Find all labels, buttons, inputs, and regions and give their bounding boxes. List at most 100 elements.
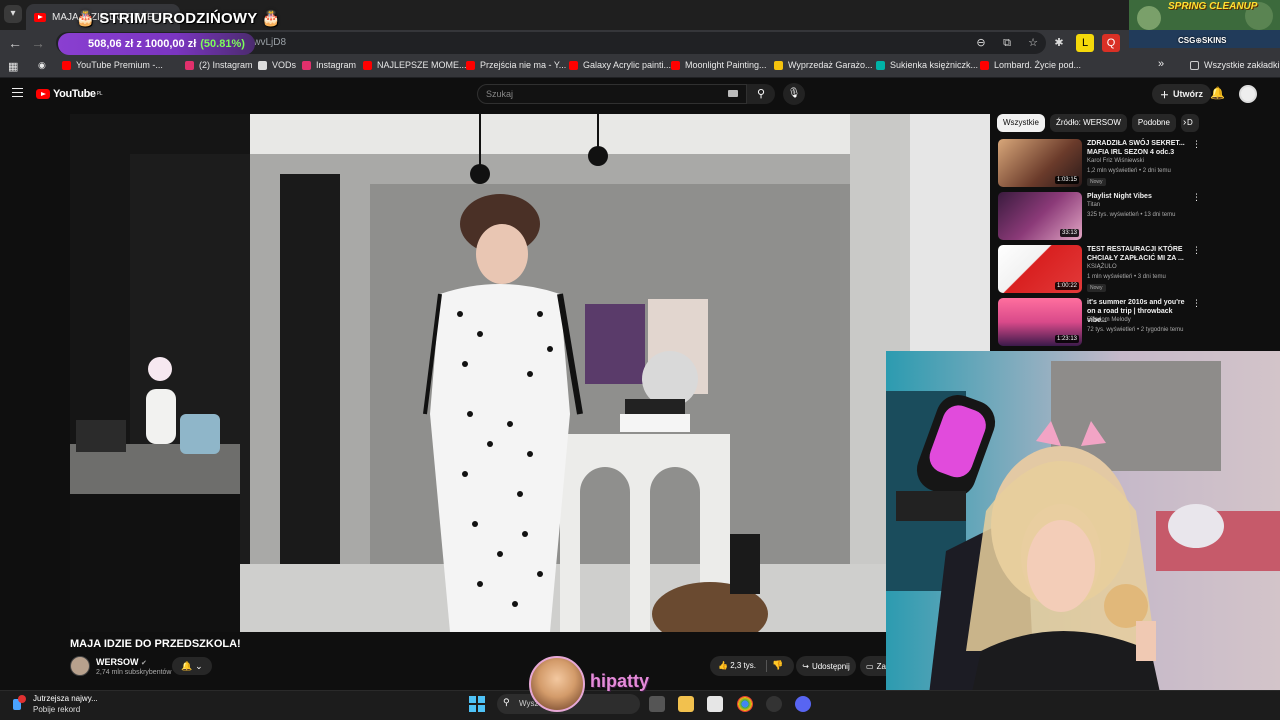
bookmark-favicon-icon <box>876 60 885 70</box>
channel-name[interactable]: WERSOW ✔ <box>96 657 147 667</box>
like-button[interactable]: 👍 2,3 tys. <box>718 661 756 670</box>
share-button[interactable]: ↪ Udostępnij <box>796 656 856 676</box>
zoom-icon[interactable]: ⊖ <box>972 34 990 52</box>
recommendation-channel[interactable]: Karol Friz Wiśniewski <box>1087 158 1144 164</box>
task-view-icon[interactable] <box>649 696 665 712</box>
subscription-bell-button[interactable]: 🔔 ⌄ <box>172 657 212 675</box>
recommendation-channel[interactable]: Random Melody <box>1087 317 1131 323</box>
menu-icon[interactable] <box>12 88 23 97</box>
search-icon: ⚲ <box>756 88 766 100</box>
plus-icon: ＋ <box>1160 89 1170 100</box>
widget-subtitle: Pobije rekord <box>33 705 81 714</box>
more-options-icon[interactable]: ⋮ <box>1192 139 1201 150</box>
webcam-frame <box>886 351 1280 720</box>
video-player[interactable] <box>70 114 990 632</box>
bookmark-favicon-icon <box>258 60 267 70</box>
bookmark-item[interactable]: Moonlight Painting... <box>671 60 767 70</box>
microphone-icon: 🎙 <box>787 88 801 99</box>
recommendation-title[interactable]: ZDRADZIŁA SWÓJ SEKRET... MAFIA IRL SEZON… <box>1087 139 1193 157</box>
chrome-icon[interactable] <box>737 696 753 712</box>
voice-search-button[interactable]: 🎙 <box>783 83 805 105</box>
extensions-icon[interactable]: ✱ <box>1050 34 1068 52</box>
more-options-icon[interactable]: ⋮ <box>1192 298 1201 309</box>
donation-goal: 1000,00 zł <box>144 38 197 50</box>
bookmark-item[interactable]: Sukienka księżniczk... <box>876 60 978 70</box>
bookmark-item[interactable]: Przejścia nie ma - Y... <box>466 60 566 70</box>
keyboard-icon[interactable] <box>728 90 738 97</box>
filter-chips: Wszystkie Źródło: WERSOW Podobne D <box>997 114 1199 132</box>
donation-percent: (50.81%) <box>200 38 245 50</box>
channel-name-text: WERSOW <box>96 657 139 667</box>
stream-title-overlay: 🎂 STRIM URODZIŃOWY 🎂 <box>76 10 281 27</box>
bookmark-item[interactable]: Instagram <box>302 60 356 70</box>
channel-avatar[interactable] <box>70 656 90 676</box>
bookmark-chrome-icon[interactable]: ◉ <box>38 60 46 71</box>
tab-search-button[interactable]: ▾ <box>4 5 22 23</box>
bookmark-item[interactable]: VODs <box>258 60 296 70</box>
back-arrow-icon[interactable]: ← <box>6 34 24 52</box>
more-options-icon[interactable]: ⋮ <box>1192 245 1201 256</box>
cast-icon[interactable]: ⧉ <box>998 34 1016 52</box>
recommendation-card[interactable]: 33:13 Playlist Night Vibes Titan 325 tys. w… <box>998 192 1201 242</box>
recommendation-channel[interactable]: Titan <box>1087 202 1100 208</box>
new-badge: Nowy <box>1087 178 1106 186</box>
save-label: Za <box>876 661 886 671</box>
video-duration: 1:00:22 <box>1054 282 1079 290</box>
bookmarks-overflow-icon[interactable]: » <box>1158 58 1164 70</box>
chevron-right-icon[interactable]: › <box>1183 117 1186 128</box>
video-frame <box>70 114 990 632</box>
search-input[interactable]: Szukaj <box>477 84 747 104</box>
filter-chip[interactable]: Podobne <box>1131 114 1176 132</box>
create-button[interactable]: ＋ Utwórz <box>1152 84 1212 104</box>
recommendation-card[interactable]: 1:23:13 it's summer 2010s and you're on a… <box>998 298 1201 348</box>
notifications-bell-icon[interactable]: 🔔 <box>1210 86 1225 100</box>
search-button[interactable]: ⚲ <box>747 84 775 104</box>
recommendation-title[interactable]: TEST RESTAURACJI KTÓRE CHCIAŁY ZAPŁACIĆ … <box>1087 245 1193 263</box>
bookmarks-bar: ▦ ◉ YouTube Premium -... (2) Instagram VOD… <box>0 56 1280 78</box>
recommendation-meta: 72 tys. wyświetleń • 2 tygodnie temu <box>1087 327 1184 333</box>
extension-yellow-icon[interactable]: L <box>1076 34 1094 52</box>
csg-skins-logo: CSG⊕SKINS <box>1178 36 1227 45</box>
extension-red-icon[interactable]: Q <box>1102 34 1120 52</box>
bookmark-label: Galaxy Acrylic painti... <box>583 60 672 70</box>
discord-icon[interactable] <box>795 696 811 712</box>
obs-icon[interactable] <box>766 696 782 712</box>
search-icon: ⚲ <box>503 697 510 707</box>
donation-separator: z <box>136 38 142 50</box>
filter-chip[interactable]: Wszystkie <box>997 114 1045 132</box>
forward-arrow-icon[interactable]: → <box>29 34 47 52</box>
video-thumbnail[interactable]: 33:13 <box>998 192 1082 240</box>
bookmark-item[interactable]: Lombard. Życie pod... <box>980 60 1081 70</box>
video-thumbnail[interactable]: 1:23:13 <box>998 298 1082 346</box>
dislike-icon[interactable]: 👎 <box>772 660 783 671</box>
filter-chip[interactable]: Źródło: WERSOW <box>1050 114 1127 132</box>
bookmark-favicon-icon <box>980 60 989 70</box>
bookmark-favicon-icon <box>466 60 475 70</box>
bookmark-item[interactable]: Wyprzedaż Garażo... <box>774 60 872 70</box>
bookmark-item[interactable]: YouTube Premium -... <box>62 60 163 70</box>
bookmark-label: YouTube Premium -... <box>76 60 163 70</box>
more-options-icon[interactable]: ⋮ <box>1192 192 1201 203</box>
bookmark-favicon-icon <box>62 60 71 70</box>
bookmark-star-icon[interactable]: ☆ <box>1024 34 1042 52</box>
bookmark-item[interactable]: (2) Instagram <box>185 60 253 70</box>
video-thumbnail[interactable]: 1:00:22 <box>998 245 1082 293</box>
file-explorer-icon[interactable] <box>678 696 694 712</box>
recommendation-card[interactable]: 1:03:15 ZDRADZIŁA SWÓJ SEKRET... MAFIA IR… <box>998 139 1201 189</box>
youtube-logo[interactable]: YouTube PL <box>36 88 103 100</box>
bookmark-item[interactable]: Galaxy Acrylic painti... <box>569 60 671 70</box>
recommendation-title[interactable]: Playlist Night Vibes <box>1087 192 1193 201</box>
windows-start-icon[interactable] <box>469 696 485 712</box>
account-avatar[interactable] <box>1239 85 1257 103</box>
all-bookmarks-folder[interactable]: Wszystkie zakładki <box>1190 60 1280 70</box>
store-icon[interactable] <box>707 696 723 712</box>
recommendation-card[interactable]: 1:00:22 TEST RESTAURACJI KTÓRE CHCIAŁY ZA… <box>998 245 1201 295</box>
verified-icon: ✔ <box>141 660 147 667</box>
recommendation-channel[interactable]: KSIĄŻULO <box>1087 264 1117 270</box>
bell-icon: 🔔 ⌄ <box>181 661 203 671</box>
apps-grid-icon[interactable]: ▦ <box>8 60 18 73</box>
bookmark-item[interactable]: NAJLEPSZE MOME... <box>363 60 467 70</box>
video-thumbnail[interactable]: 1:03:15 <box>998 139 1082 187</box>
spring-cleanup-label: SPRING CLEANUP <box>1168 1 1258 12</box>
folder-icon <box>1190 60 1199 70</box>
